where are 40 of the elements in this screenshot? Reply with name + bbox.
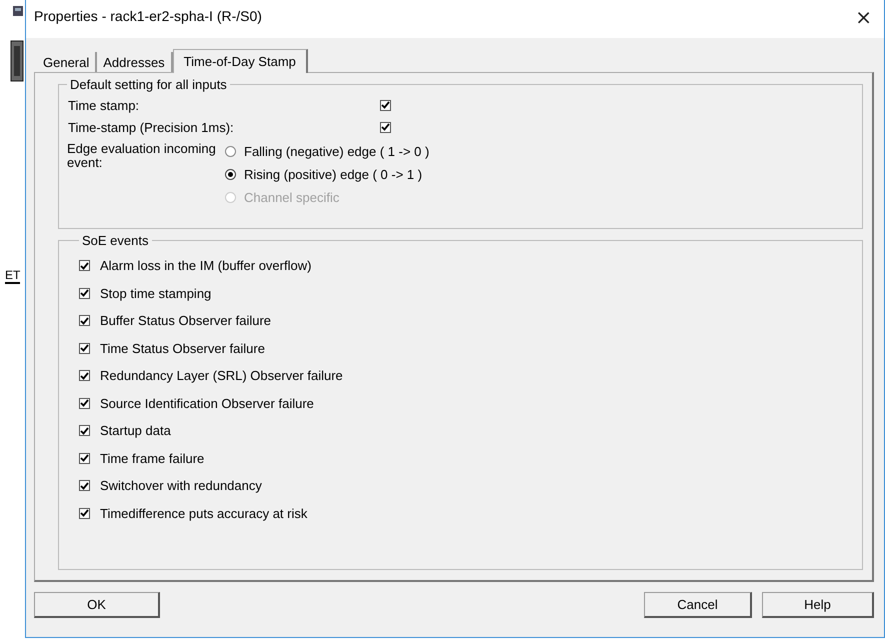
checkbox[interactable] xyxy=(79,480,90,492)
checkbox[interactable] xyxy=(79,315,90,326)
group-title: Default setting for all inputs xyxy=(69,77,228,92)
radio-button[interactable] xyxy=(225,146,236,156)
edge-label: Edge evaluation incoming event: xyxy=(67,142,217,172)
group-title: SoE events xyxy=(81,233,150,248)
checkbox[interactable] xyxy=(79,370,90,382)
event-label: Source Identification Observer failure xyxy=(100,396,314,411)
dialog-button[interactable]: OK xyxy=(34,592,160,618)
checkbox[interactable] xyxy=(79,342,90,354)
checkbox[interactable] xyxy=(79,398,90,409)
checkbox[interactable] xyxy=(380,100,391,110)
close-button[interactable]: × xyxy=(851,5,876,29)
radio-option[interactable]: Rising (positive) edge ( 0 -> 1 ) xyxy=(225,165,430,183)
event-label: Alarm loss in the IM (buffer overflow) xyxy=(100,258,312,274)
dialog-button[interactable]: Help xyxy=(762,592,874,618)
background-label: ET xyxy=(5,268,20,284)
device-icon xyxy=(10,40,24,82)
checkbox[interactable] xyxy=(79,425,90,436)
event-label: Switchover with redundancy xyxy=(100,478,262,494)
event-label: Buffer Status Observer failure xyxy=(100,313,272,328)
tab[interactable]: Time-of-Day Stamp xyxy=(172,49,308,73)
radio-option[interactable]: Falling (negative) edge ( 1 -> 0 ) xyxy=(225,142,430,160)
event-label: Timedifference puts accuracy at risk xyxy=(100,506,308,521)
checkbox[interactable] xyxy=(79,260,90,272)
dialog-button[interactable]: Cancel xyxy=(644,592,752,618)
setting-label: Time stamp: xyxy=(67,98,140,112)
setting-label: Time-stamp (Precision 1ms): xyxy=(67,120,235,134)
radio-button[interactable] xyxy=(225,168,236,180)
window-title: Properties - rack1-er2-spha-I (R-/S0) xyxy=(34,8,262,24)
checkbox[interactable] xyxy=(79,288,90,299)
checkbox[interactable] xyxy=(380,122,391,132)
event-label: Redundancy Layer (SRL) Observer failure xyxy=(100,368,343,384)
event-label: Stop time stamping xyxy=(100,286,212,301)
event-label: Time frame failure xyxy=(100,450,204,466)
checkbox[interactable] xyxy=(79,508,90,519)
window-icon xyxy=(12,5,24,17)
event-label: Time Status Observer failure xyxy=(100,340,265,356)
checkbox[interactable] xyxy=(79,452,90,464)
event-label: Startup data xyxy=(100,423,171,438)
